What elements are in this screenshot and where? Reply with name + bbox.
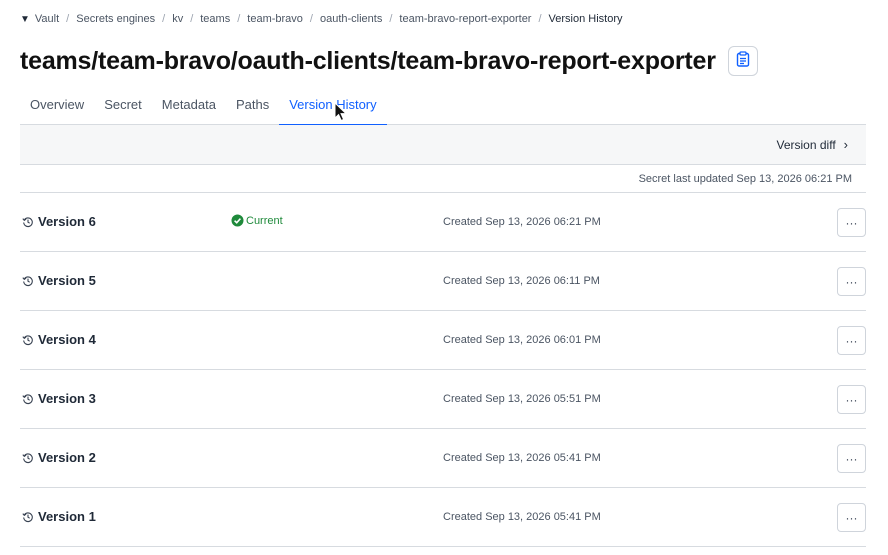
- vault-triangle-icon[interactable]: ▼: [20, 14, 30, 25]
- more-actions-button[interactable]: ···: [837, 385, 866, 414]
- page: ▼ Vault / Secrets engines / kv / teams /…: [0, 0, 888, 555]
- ellipsis-icon: ···: [845, 392, 858, 407]
- more-actions-button[interactable]: ···: [837, 503, 866, 532]
- version-label: Version 2: [38, 450, 96, 465]
- breadcrumb-vault[interactable]: Vault: [35, 13, 59, 25]
- version-created-date: Created Sep 13, 2026 05:41 PM: [443, 511, 601, 523]
- more-actions-button[interactable]: ···: [837, 444, 866, 473]
- version-diff-button[interactable]: Version diff ›: [777, 137, 849, 152]
- page-title: teams/team-bravo/oauth-clients/team-brav…: [20, 46, 716, 75]
- version-diff-label: Version diff: [776, 137, 836, 152]
- breadcrumb-team-bravo-report-exporter[interactable]: team-bravo-report-exporter: [399, 13, 531, 25]
- last-updated-row: Secret last updated Sep 13, 2026 06:21 P…: [20, 165, 866, 193]
- ellipsis-icon: ···: [845, 215, 858, 230]
- history-icon: [22, 452, 34, 464]
- history-icon: [22, 511, 34, 523]
- version-created-date: Created Sep 13, 2026 05:51 PM: [443, 393, 601, 405]
- tab-secret[interactable]: Secret: [94, 89, 152, 125]
- breadcrumb: ▼ Vault / Secrets engines / kv / teams /…: [20, 13, 623, 25]
- version-name[interactable]: Version 6: [22, 214, 96, 229]
- breadcrumb-separator: /: [309, 13, 313, 25]
- version-name[interactable]: Version 4: [22, 332, 96, 347]
- version-name[interactable]: Version 1: [22, 509, 96, 524]
- version-row[interactable]: Version 6 Current Created Sep 13, 2026 06:…: [20, 193, 866, 252]
- history-icon: [22, 216, 34, 228]
- breadcrumb-separator: /: [66, 13, 70, 25]
- ellipsis-icon: ···: [845, 510, 858, 525]
- tab-paths[interactable]: Paths: [226, 89, 279, 125]
- current-label: Current: [246, 214, 283, 227]
- chevron-right-icon: ›: [843, 137, 848, 152]
- history-icon: [22, 334, 34, 346]
- history-icon: [22, 393, 34, 405]
- toolbar: Version diff ›: [20, 125, 866, 165]
- breadcrumb-separator: /: [162, 13, 166, 25]
- copy-path-button[interactable]: [727, 46, 758, 76]
- version-name[interactable]: Version 5: [22, 273, 96, 288]
- ellipsis-icon: ···: [845, 333, 858, 348]
- title-row: teams/team-bravo/oauth-clients/team-brav…: [20, 46, 758, 76]
- breadcrumb-oauth-clients[interactable]: oauth-clients: [320, 13, 382, 25]
- ellipsis-icon: ···: [845, 274, 858, 289]
- tab-version-history[interactable]: Version History: [279, 89, 388, 126]
- version-created-date: Created Sep 13, 2026 05:41 PM: [443, 452, 601, 464]
- version-list: Version 6 Current Created Sep 13, 2026 06:…: [20, 193, 866, 547]
- more-actions-button[interactable]: ···: [837, 208, 866, 237]
- version-row[interactable]: Version 3 Created Sep 13, 2026 05:51 PM ··…: [20, 370, 866, 429]
- breadcrumb-separator: /: [237, 13, 241, 25]
- last-updated-text: Secret last updated Sep 13, 2026 06:21 P…: [638, 172, 852, 185]
- clipboard-icon: [736, 50, 750, 72]
- check-circle-icon: [231, 214, 244, 227]
- version-row[interactable]: Version 2 Created Sep 13, 2026 05:41 PM ··…: [20, 429, 866, 488]
- version-row[interactable]: Version 5 Created Sep 13, 2026 06:11 PM ··…: [20, 252, 866, 311]
- version-label: Version 3: [38, 391, 96, 406]
- version-name[interactable]: Version 2: [22, 450, 96, 465]
- version-created-date: Created Sep 13, 2026 06:21 PM: [443, 216, 601, 228]
- breadcrumb-secrets-engines[interactable]: Secrets engines: [76, 13, 155, 25]
- breadcrumb-team-bravo[interactable]: team-bravo: [247, 13, 303, 25]
- breadcrumb-separator: /: [389, 13, 393, 25]
- breadcrumb-separator: /: [190, 13, 194, 25]
- tab-bar: Overview Secret Metadata Paths Version H…: [20, 89, 866, 126]
- more-actions-button[interactable]: ···: [837, 267, 866, 296]
- tab-overview[interactable]: Overview: [20, 89, 94, 125]
- version-created-date: Created Sep 13, 2026 06:01 PM: [443, 334, 601, 346]
- breadcrumb-teams[interactable]: teams: [200, 13, 230, 25]
- version-row[interactable]: Version 4 Created Sep 13, 2026 06:01 PM ··…: [20, 311, 866, 370]
- more-actions-button[interactable]: ···: [837, 326, 866, 355]
- version-created-date: Created Sep 13, 2026 06:11 PM: [443, 275, 600, 287]
- current-badge: Current: [231, 214, 283, 227]
- version-label: Version 4: [38, 332, 96, 347]
- version-row[interactable]: Version 1 Created Sep 13, 2026 05:41 PM ··…: [20, 488, 866, 547]
- tab-metadata[interactable]: Metadata: [152, 89, 226, 125]
- mouse-cursor-icon: [334, 101, 348, 127]
- breadcrumb-kv[interactable]: kv: [172, 13, 183, 25]
- ellipsis-icon: ···: [845, 451, 858, 466]
- version-label: Version 5: [38, 273, 96, 288]
- version-label: Version 1: [38, 509, 96, 524]
- breadcrumb-version-history: Version History: [548, 13, 623, 25]
- breadcrumb-separator: /: [538, 13, 542, 25]
- version-label: Version 6: [38, 214, 96, 229]
- version-name[interactable]: Version 3: [22, 391, 96, 406]
- history-icon: [22, 275, 34, 287]
